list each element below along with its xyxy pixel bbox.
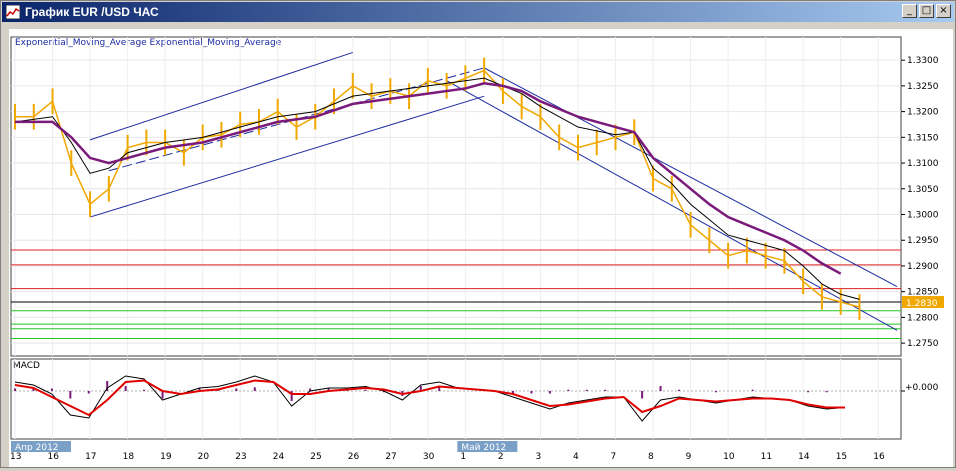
price-tick-label: 1.3300 <box>907 56 939 66</box>
price-tick-label: 1.3200 <box>907 108 939 118</box>
time-tick-label: 30 <box>423 452 435 462</box>
current-price-label: 1.2830 <box>906 299 938 309</box>
time-tick-label: 11 <box>761 452 772 462</box>
macd-zero-tick: +0.000 <box>905 383 939 393</box>
time-tick-label: 9 <box>686 452 692 462</box>
time-tick-label: 13 <box>10 452 21 462</box>
price-pane <box>10 36 902 357</box>
time-tick-label: 16 <box>873 452 885 462</box>
ema-indicator-label: Exponential_Moving_Average Exponential_M… <box>15 38 282 48</box>
price-tick-label: 1.2800 <box>907 313 939 323</box>
price-tick-label: 1.3150 <box>907 133 939 143</box>
price-tick-label: 1.2900 <box>907 262 939 272</box>
time-tick-label: 16 <box>48 452 60 462</box>
time-tick-label: 23 <box>235 452 246 462</box>
time-tick-label: 2 <box>498 452 504 462</box>
time-tick-label: 14 <box>798 452 810 462</box>
time-tick-label: 10 <box>723 452 735 462</box>
price-tick-label: 1.3000 <box>907 211 939 221</box>
time-tick-label: 27 <box>385 452 396 462</box>
time-tick-label: 7 <box>611 452 617 462</box>
time-tick-label: 26 <box>348 452 360 462</box>
time-tick-label: 8 <box>648 452 654 462</box>
close-button[interactable]: × <box>936 4 951 18</box>
price-tick-label: 1.3250 <box>907 82 939 92</box>
price-tick-label: 1.3050 <box>907 185 939 195</box>
chart-app-icon <box>6 5 20 19</box>
time-tick-label: 20 <box>198 452 210 462</box>
title-bar[interactable]: График EUR /USD ЧАС _ □ × <box>2 2 954 22</box>
minimize-button[interactable]: _ <box>902 4 917 18</box>
macd-title: MACD <box>13 361 40 371</box>
time-tick-label: 1 <box>460 452 466 462</box>
time-tick-label: 3 <box>535 452 541 462</box>
time-tick-label: 25 <box>310 452 321 462</box>
chart-area[interactable]: Exponential_Moving_Average Exponential_M… <box>9 29 953 467</box>
time-tick-label: 19 <box>160 452 172 462</box>
price-tick-label: 1.3100 <box>907 159 939 169</box>
price-tick-label: 1.2950 <box>907 236 939 246</box>
time-tick-label: 15 <box>836 452 847 462</box>
price-tick-label: 1.2750 <box>907 339 939 349</box>
time-tick-label: 4 <box>573 452 579 462</box>
chart-canvas[interactable]: Exponential_Moving_Average Exponential_M… <box>9 29 953 467</box>
period-label: Май 2012 <box>461 443 506 453</box>
time-tick-label: 18 <box>123 452 135 462</box>
chart-window: График EUR /USD ЧАС _ □ × Exponential_Mo… <box>0 0 956 468</box>
maximize-button[interactable]: □ <box>919 4 934 18</box>
time-tick-label: 17 <box>85 452 96 462</box>
time-tick-label: 24 <box>273 452 285 462</box>
period-label: Апр 2012 <box>15 443 59 453</box>
window-title: График EUR /USD ЧАС <box>25 5 159 19</box>
